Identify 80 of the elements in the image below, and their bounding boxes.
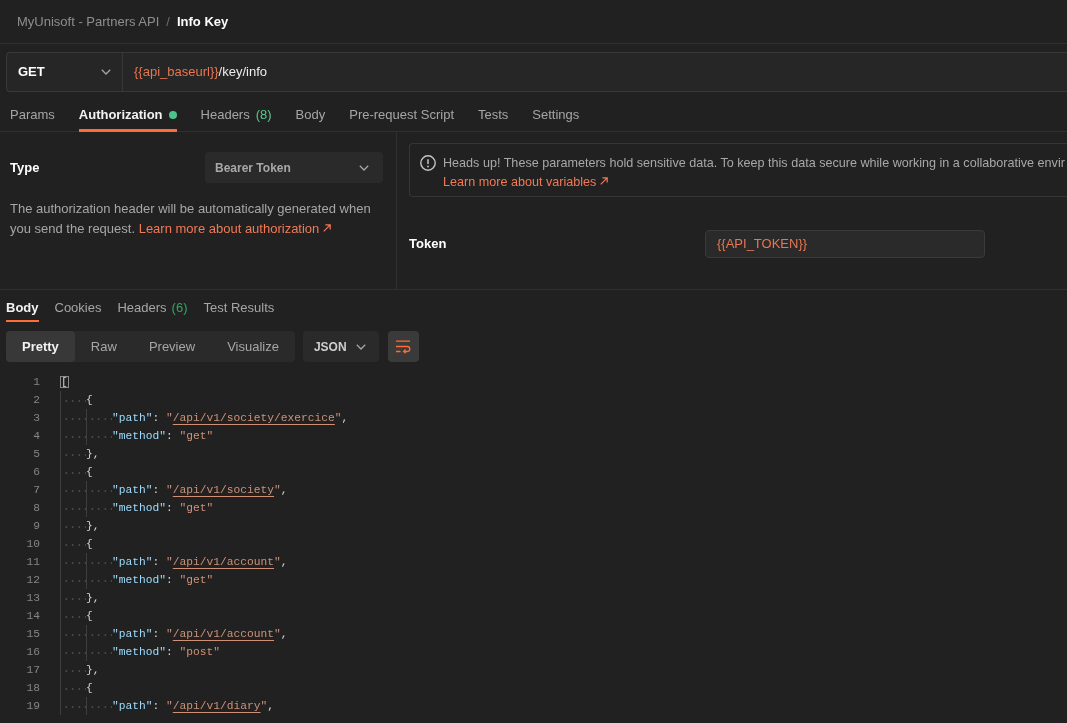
code-line: "method": "get" [112,573,214,588]
wrap-icon [395,339,412,354]
code-line: }, [86,447,100,462]
view-mode-tab[interactable]: Visualize [211,331,295,362]
caret-icon [359,164,369,171]
tab[interactable]: Body [6,290,39,322]
code-line: { [86,681,93,696]
code-line: [ [60,375,69,390]
method-select[interactable]: GET [7,53,123,91]
breadcrumb-separator: / [166,12,170,31]
line-number: 1 [33,376,40,388]
variables-link[interactable]: Learn more about variables [443,173,609,192]
line-number: 19 [26,700,40,712]
line-number: 3 [33,412,40,424]
code-line: "path": "/api/v1/society", [112,483,288,498]
arrow-icon [600,177,609,185]
line-number: 6 [33,466,40,478]
path-link[interactable]: /api/v1/diary [172,700,261,712]
line-number: 16 [26,646,40,658]
tab[interactable]: Pre-request Script [349,92,454,132]
path-link[interactable]: /api/v1/society [172,484,275,496]
tab[interactable]: Tests [478,92,509,132]
code-line: "method": "post" [112,645,221,660]
code-line: }, [86,591,100,606]
line-number: 18 [26,682,40,694]
notice-text: Heads up! These parameters hold sensitive data. To keep this data secure while working in a collaborative envir [443,155,1065,172]
type-label: Type [10,158,40,177]
line-number: 12 [26,574,40,586]
caret-icon [355,343,366,350]
code-line: }, [86,663,100,678]
line-number: 7 [33,484,40,496]
tab[interactable]: Headers (6) [117,290,188,322]
line-number: 8 [33,502,40,514]
line-number: 14 [26,610,40,622]
path-link[interactable]: /api/v1/society/exercice [172,412,335,424]
caret-icon [101,69,111,75]
line-number: 11 [26,556,40,568]
token-label: Token [409,235,448,254]
tab[interactable]: Body [295,92,326,132]
tab[interactable]: Params [10,92,55,132]
wrap-lines-button[interactable] [387,331,419,362]
code-line: "path": "/api/v1/society/exercice", [112,411,349,426]
view-mode-tab[interactable]: Raw [74,331,133,362]
tab[interactable]: Settings [532,92,580,132]
line-number: 17 [26,664,40,676]
code-line: { [86,537,93,552]
code-line: { [86,609,93,624]
view-mode-tab[interactable]: Pretty [6,331,75,362]
code-line: "path": "/api/v1/diary", [112,699,275,714]
request-title: Info Key [176,12,229,31]
line-number: 13 [26,592,40,604]
code-line: "method": "get" [112,429,214,444]
url-field[interactable]: {{api_baseurl}}/key/info [123,53,278,91]
code-line: "path": "/api/v1/account", [112,627,288,642]
line-number: 5 [33,448,40,460]
exclamation-icon [420,155,436,171]
line-number: 9 [33,520,40,532]
auth-description: The authorization header will be automatically generated when you send the request. Learn more about authorization [10,200,372,238]
code-line: { [86,465,93,480]
auth-type-select[interactable]: Bearer Token [205,152,383,183]
view-mode-tab[interactable]: Preview [132,331,212,362]
code-line: "path": "/api/v1/account", [112,555,288,570]
tab[interactable]: Test Results [203,290,275,322]
token-field[interactable]: {{API_TOKEN}} [705,230,985,258]
line-number: 2 [33,394,40,406]
arrow-icon [323,224,332,232]
path-link[interactable]: /api/v1/account [172,628,275,640]
tab[interactable]: Cookies [54,290,102,322]
code-line: { [86,393,93,408]
code-line: "method": "get" [112,501,214,516]
docs-link[interactable]: Learn more about authorization [138,221,332,236]
path-link[interactable]: /api/v1/account [172,556,275,568]
line-number: 10 [26,538,40,550]
format-select[interactable]: JSON [302,331,379,362]
collection-link[interactable]: MyUnisoft - Partners API [17,11,160,32]
tab[interactable]: Authorization [78,92,177,132]
code-line: }, [86,519,100,534]
tab[interactable]: Headers (8) [200,92,272,132]
line-number: 15 [26,628,40,640]
line-number: 4 [33,430,40,442]
